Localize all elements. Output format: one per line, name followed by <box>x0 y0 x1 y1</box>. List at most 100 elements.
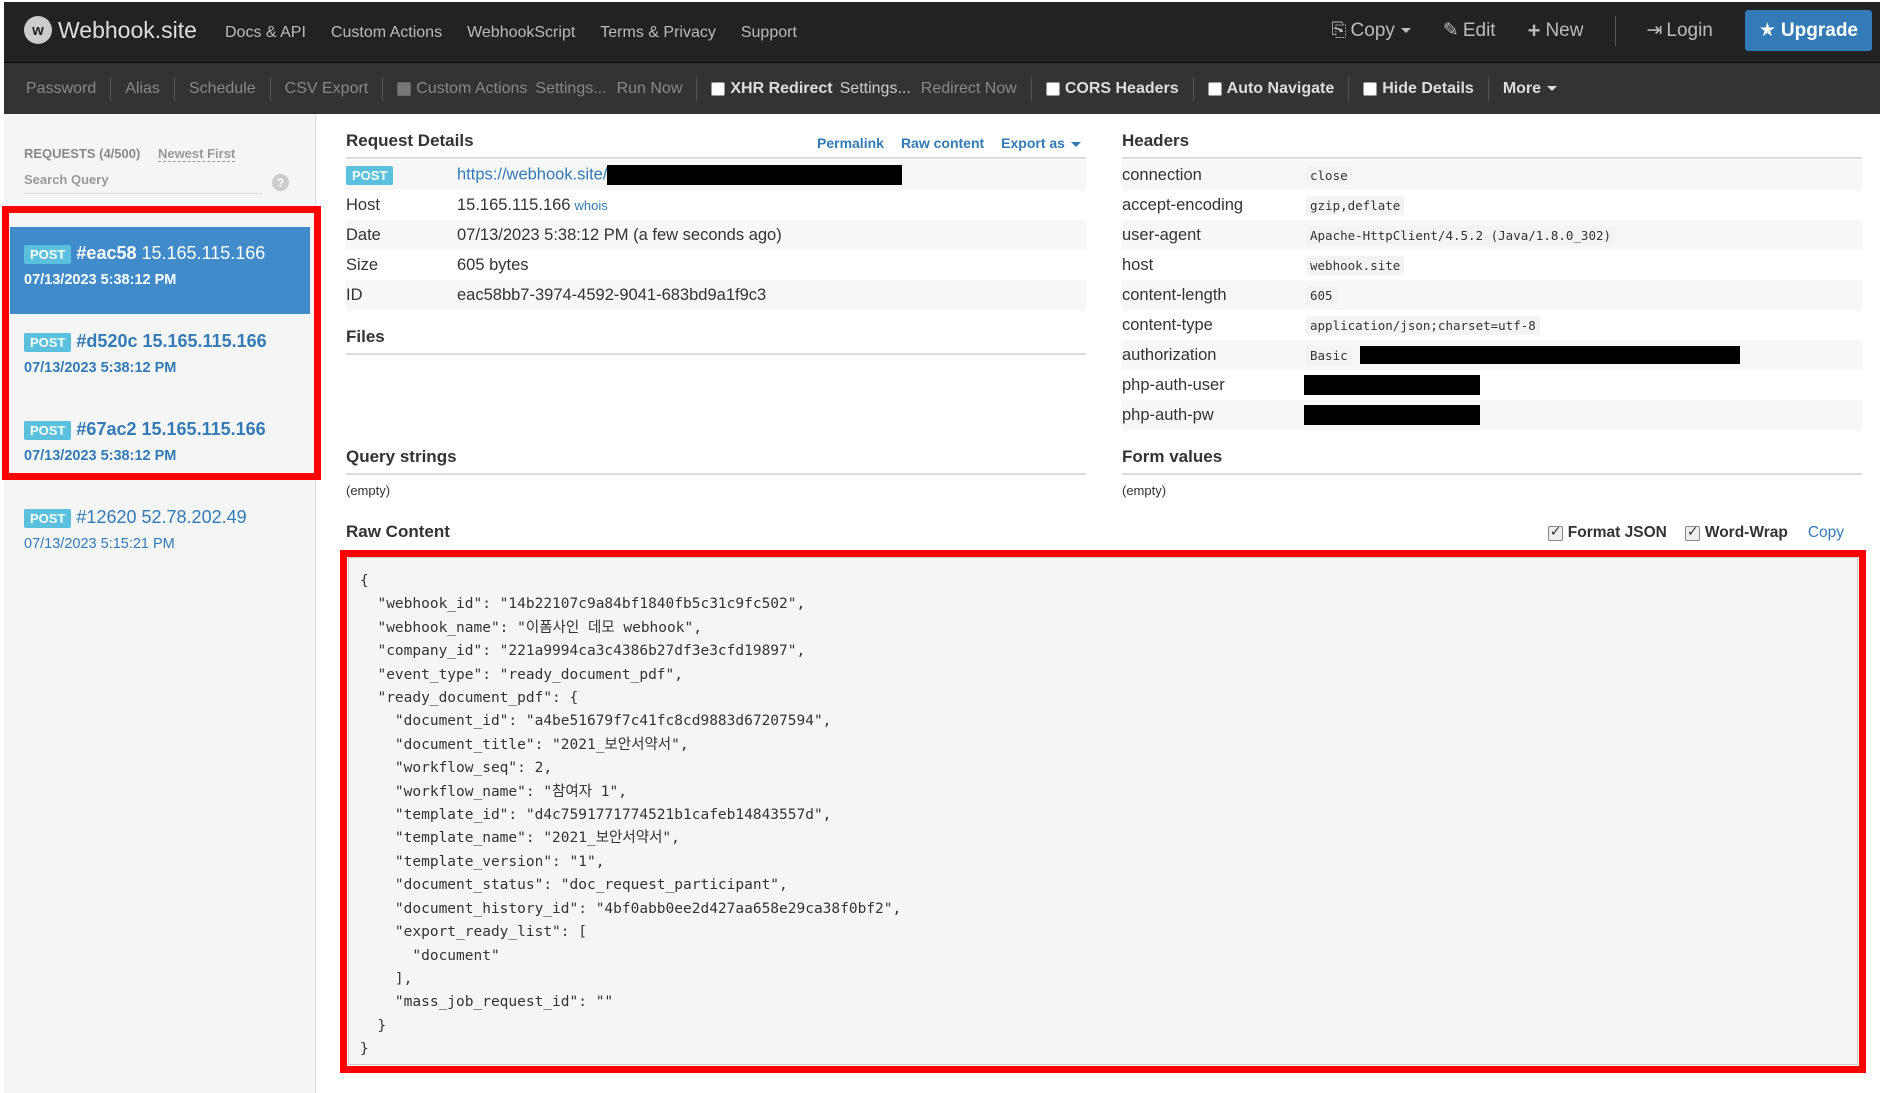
header-key: accept-encoding <box>1122 195 1244 214</box>
request-item[interactable]: POST #d520c 15.165.115.166 07/13/2023 5:… <box>10 315 310 402</box>
custom-actions-toggle[interactable]: Custom Actions <box>397 80 527 98</box>
header-value: 605 <box>1306 285 1337 305</box>
copy-icon: ⎘ <box>1331 19 1347 41</box>
request-line: POST #12620 52.78.202.49 <box>24 507 310 528</box>
hide-details-checkbox[interactable] <box>1363 81 1378 96</box>
custom-actions-settings[interactable]: Settings... <box>535 80 606 98</box>
whois-link[interactable]: whois <box>574 198 607 213</box>
redirect-now-button[interactable]: Redirect Now <box>921 80 1017 98</box>
request-item[interactable]: POST #12620 52.78.202.49 07/13/2023 5:15… <box>10 491 310 578</box>
alias-button[interactable]: Alias <box>125 80 160 98</box>
requests-header: REQUESTS (4/500) Newest First <box>24 146 236 162</box>
custom-actions-checkbox[interactable] <box>397 81 412 96</box>
permalink-link[interactable]: Permalink <box>817 135 884 151</box>
plus-icon: + <box>1527 17 1541 43</box>
method-badge: POST <box>24 508 72 528</box>
request-id: #eac58 <box>76 243 137 263</box>
brand[interactable]: w Webhook.site <box>24 16 197 44</box>
id-label: ID <box>346 285 363 304</box>
schedule-button[interactable]: Schedule <box>189 80 256 98</box>
help-icon[interactable]: ? <box>272 174 289 191</box>
copy-dropdown[interactable]: ⎘ Copy <box>1331 20 1411 42</box>
raw-content-link[interactable]: Raw content <box>901 135 984 151</box>
caret-down-icon <box>1547 86 1558 91</box>
login-button[interactable]: ⇥ Login <box>1646 19 1712 42</box>
auto-navigate-toggle[interactable]: Auto Navigate <box>1207 79 1335 98</box>
request-item[interactable]: POST #eac58 15.165.115.166 07/13/2023 5:… <box>10 227 310 314</box>
request-date: 07/13/2023 5:15:21 PM <box>24 536 175 552</box>
toolbar-separator <box>1192 76 1194 101</box>
sort-order-toggle[interactable]: Newest First <box>157 146 236 162</box>
nav-webhookscript[interactable]: WebhookScript <box>467 24 575 42</box>
raw-content-options: Format JSON Word-Wrap Copy <box>1547 523 1844 542</box>
top-navbar: w Webhook.site Docs & API Custom Actions… <box>4 2 1880 63</box>
copy-label: Copy <box>1350 19 1395 41</box>
word-wrap-checkbox[interactable] <box>1684 523 1700 541</box>
toolbar-separator <box>269 76 271 101</box>
request-url-text: https://webhook.site/ <box>457 165 608 184</box>
method-badge: POST <box>346 165 394 185</box>
settings-toolbar: Password Alias Schedule CSV Export Custo… <box>4 63 1880 114</box>
xhr-redirect-checkbox[interactable] <box>711 81 726 96</box>
login-label: Login <box>1666 19 1713 41</box>
password-button[interactable]: Password <box>26 80 96 98</box>
method-label: POST <box>346 165 394 185</box>
date-label: Date <box>346 225 381 244</box>
nav-support[interactable]: Support <box>741 24 797 42</box>
header-value-text: application/json;charset=utf-8 <box>1306 315 1540 335</box>
section-divider <box>1122 157 1862 159</box>
request-line: POST #eac58 15.165.115.166 <box>24 243 310 264</box>
nav-custom-actions[interactable]: Custom Actions <box>331 24 442 42</box>
redacted-block <box>1359 346 1740 365</box>
url-row: POST https://webhook.site/ <box>346 160 1086 190</box>
login-icon: ⇥ <box>1646 20 1663 41</box>
header-value-text: Basic <box>1306 345 1352 365</box>
request-ip: 15.165.115.166 <box>141 419 266 439</box>
format-json-checkbox[interactable] <box>1547 523 1563 541</box>
raw-content-json[interactable]: { "webhook_id": "14b22107c9a84bf1840fb5c… <box>360 570 901 1062</box>
format-json-label[interactable]: Format JSON <box>1568 524 1667 542</box>
upgrade-button[interactable]: ★ Upgrade <box>1744 10 1872 51</box>
size-label: Size <box>346 255 379 274</box>
brand-name: Webhook.site <box>58 16 197 43</box>
csv-export-button[interactable]: CSV Export <box>285 80 369 98</box>
auto-navigate-label: Auto Navigate <box>1226 79 1335 97</box>
upgrade-label: Upgrade <box>1780 19 1858 41</box>
more-label: More <box>1502 79 1542 97</box>
request-url[interactable]: https://webhook.site/ <box>457 165 903 185</box>
header-value: application/json;charset=utf-8 <box>1306 315 1540 335</box>
export-as-dropdown[interactable]: Export as <box>1001 135 1081 151</box>
run-now-button[interactable]: Run Now <box>617 80 683 98</box>
cors-headers-checkbox[interactable] <box>1045 81 1060 96</box>
nav-links: Docs & API Custom Actions WebhookScript … <box>225 24 797 42</box>
header-row: connection close <box>1122 160 1862 190</box>
nav-docs-api[interactable]: Docs & API <box>225 24 306 42</box>
header-value <box>1304 375 1480 395</box>
xhr-settings[interactable]: Settings... <box>840 80 911 98</box>
method-badge: POST <box>24 332 72 352</box>
new-button[interactable]: + New <box>1528 18 1584 44</box>
request-item[interactable]: POST #67ac2 15.165.115.166 07/13/2023 5:… <box>10 403 310 490</box>
size-value: 605 bytes <box>457 255 529 274</box>
copy-raw-link[interactable]: Copy <box>1808 524 1844 542</box>
toolbar-separator <box>110 76 112 101</box>
more-dropdown[interactable]: More <box>1502 79 1558 98</box>
nav-terms-privacy[interactable]: Terms & Privacy <box>600 24 716 42</box>
form-values-title: Form values <box>1122 447 1223 466</box>
size-row: Size 605 bytes <box>346 250 1086 280</box>
hide-details-toggle[interactable]: Hide Details <box>1363 80 1474 98</box>
edit-button[interactable]: ✎ Edit <box>1443 19 1496 42</box>
auto-navigate-checkbox[interactable] <box>1207 81 1222 96</box>
caret-down-icon <box>1070 141 1081 147</box>
toolbar-separator <box>173 76 175 101</box>
word-wrap-label[interactable]: Word-Wrap <box>1705 524 1788 542</box>
edit-icon: ✎ <box>1442 20 1459 41</box>
section-divider <box>346 157 1086 159</box>
search-query-input[interactable]: Search Query <box>24 172 263 194</box>
cors-headers-toggle[interactable]: CORS Headers <box>1045 80 1179 98</box>
xhr-redirect-toggle[interactable]: XHR Redirect <box>711 80 833 98</box>
request-date: 07/13/2023 5:38:12 PM <box>24 448 177 464</box>
section-divider <box>346 473 1086 475</box>
request-date: 07/13/2023 5:38:12 PM <box>24 360 177 376</box>
headers-title: Headers <box>1122 131 1190 150</box>
